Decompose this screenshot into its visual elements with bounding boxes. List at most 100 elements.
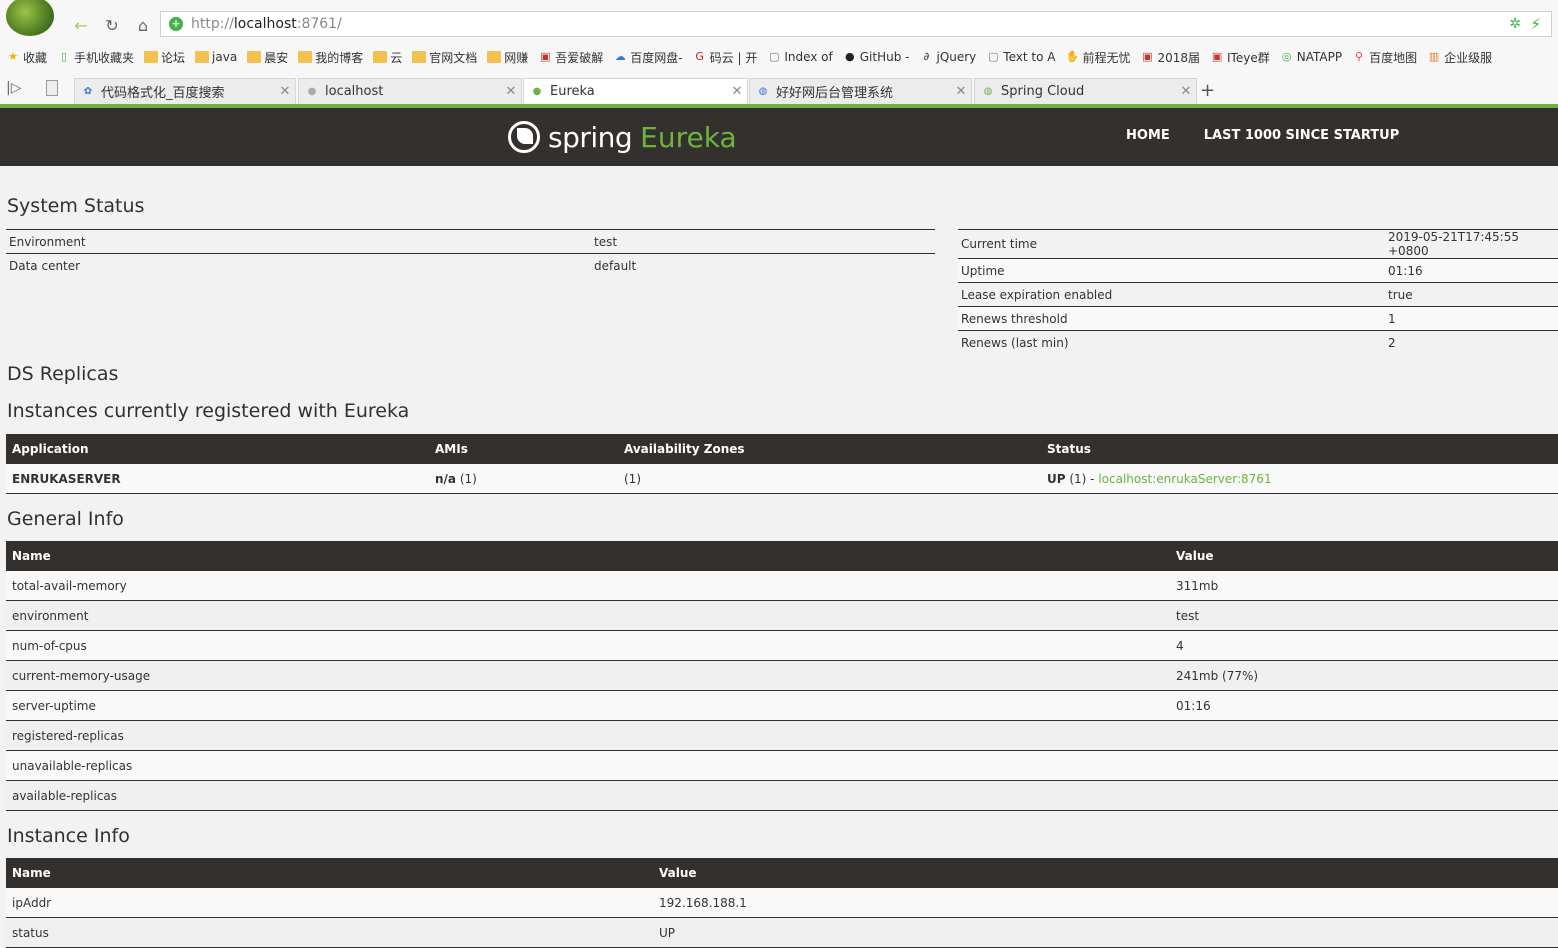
nav-last-1000-link[interactable]: LAST 1000 SINCE STARTUP <box>1204 128 1400 143</box>
bookmark-item[interactable]: ▢ Index of <box>767 50 833 64</box>
status-row: Renews threshold 1 <box>958 306 1558 331</box>
instance-status-link[interactable]: localhost:enrukaServer:8761 <box>1098 472 1271 486</box>
bookmark-label: 收藏 <box>23 50 48 65</box>
table-row: status UP <box>6 917 1558 948</box>
bookmark-item[interactable]: ◎ NATAPP <box>1280 50 1342 64</box>
browser-tab[interactable]: ✿ 代码格式化_百度搜索 ✕ <box>74 78 296 104</box>
info-value: 241mb (77%) <box>1170 660 1558 691</box>
instance-zones: (1) <box>618 464 1041 494</box>
tab-close-icon[interactable]: ✕ <box>503 84 519 99</box>
folder-icon <box>412 51 427 63</box>
info-value: 01:16 <box>1170 690 1558 721</box>
folder-icon <box>247 51 262 63</box>
status-key: Renews threshold <box>958 306 1385 331</box>
browser-tab[interactable]: ◍ 好好网后台管理系统 ✕ <box>749 78 972 104</box>
star-icon: ★ <box>8 50 18 63</box>
browser-tab[interactable]: ● Eureka ✕ <box>523 78 748 104</box>
status-value: true <box>1385 282 1558 307</box>
tab-close-icon[interactable]: ✕ <box>953 84 969 99</box>
address-bar[interactable]: + http://localhost:8761/ ✲ ⚡ <box>160 11 1552 37</box>
eureka-navbar: spring Eureka HOME LAST 1000 SINCE START… <box>0 108 1558 166</box>
status-value: 1 <box>1385 306 1558 331</box>
bookmarks-bar: ★ 收藏 ▯ 手机收藏夹 论坛 java 晨安 我的博客 云 官网文档 网赚 ▣ 吾爱破解 ☁ 百度网盘- G… <box>0 44 1558 70</box>
tab-favicon-icon: ◍ <box>983 85 993 97</box>
sidebar-toggle-icon[interactable]: |▷ <box>6 80 21 96</box>
nav-home-link[interactable]: HOME <box>1126 128 1170 143</box>
bookmark-label: NATAPP <box>1296 50 1343 64</box>
spring-leaf-icon <box>508 121 540 153</box>
info-name: total-avail-memory <box>6 571 1170 601</box>
instance-status: UP (1) - localhost:enrukaServer:8761 <box>1041 464 1558 494</box>
bookmark-item[interactable]: ▣ ITeye群 <box>1210 49 1270 66</box>
back-arrow-icon[interactable]: ← <box>70 14 92 36</box>
tab-close-icon[interactable]: ✕ <box>277 84 293 99</box>
bookmark-label: 吾爱破解 <box>555 50 604 65</box>
tab-close-icon[interactable]: ✕ <box>729 84 745 99</box>
info-name: unavailable-replicas <box>6 750 1170 781</box>
bookmark-label: 2018届 <box>1157 50 1201 65</box>
bookmark-label: 企业级服 <box>1444 50 1493 65</box>
bookmark-item[interactable]: ▢ Text to A <box>986 50 1055 64</box>
status-row: Uptime 01:16 <box>958 258 1558 283</box>
folder-icon <box>195 51 210 63</box>
bookmark-item[interactable]: ▥ 企业级服 <box>1427 49 1492 66</box>
instance-info-title: Instance Info <box>7 825 130 847</box>
info-value: 192.168.188.1 <box>653 888 1558 918</box>
user-avatar[interactable] <box>6 0 54 36</box>
bookmark-item[interactable]: ● GitHub - <box>843 50 910 64</box>
info-name: current-memory-usage <box>6 660 1170 691</box>
info-name: server-uptime <box>6 690 1170 721</box>
address-url[interactable]: http://localhost:8761/ <box>191 16 342 32</box>
bookmark-item[interactable]: 官网文档 <box>412 49 477 66</box>
info-value <box>1170 720 1558 751</box>
bookmark-item[interactable]: ✋ 前程无忧 <box>1065 49 1131 66</box>
bookmark-item[interactable]: G 码云 | 开 <box>693 49 757 66</box>
bookmark-item[interactable]: 晨安 <box>247 49 288 66</box>
instance-amis-count: (1) <box>456 471 477 486</box>
status-key: Lease expiration enabled <box>958 282 1385 307</box>
page-icon: ▢ <box>988 50 999 63</box>
table-row: unavailable-replicas <box>6 750 1558 781</box>
bookmark-item[interactable]: 我的博客 <box>298 49 363 66</box>
browser-tab[interactable]: ● localhost ✕ <box>298 78 522 104</box>
reload-icon[interactable]: ↻ <box>101 14 123 36</box>
col-name: Name <box>6 541 1170 571</box>
new-tab-button[interactable]: + <box>1200 80 1215 101</box>
info-name: available-replicas <box>6 780 1170 811</box>
tab-label: 代码格式化_百度搜索 <box>101 86 225 101</box>
url-port-path: :8761/ <box>296 16 342 32</box>
info-value: test <box>1170 600 1558 631</box>
status-value: 2 <box>1385 330 1558 354</box>
bookmark-item[interactable]: 网赚 <box>487 49 528 66</box>
bookmark-item[interactable]: 论坛 <box>144 49 185 66</box>
tab-list-icon[interactable] <box>46 80 58 96</box>
status-key: Current time <box>958 229 1385 259</box>
bookmark-item[interactable]: ▣ 吾爱破解 <box>538 49 603 66</box>
bookmark-label: jQuery <box>936 50 977 64</box>
bookmark-item[interactable]: ⚲ 百度地图 <box>1352 49 1417 66</box>
brand-eureka-text: Eureka <box>640 120 737 154</box>
info-name: status <box>6 917 653 948</box>
status-value: test <box>591 229 935 254</box>
bookmark-item[interactable]: ▯ 手机收藏夹 <box>57 49 134 66</box>
tab-close-icon[interactable]: ✕ <box>1178 84 1194 99</box>
browser-tab[interactable]: ◍ Spring Cloud ✕ <box>974 78 1197 104</box>
status-row: Data center default <box>6 253 935 277</box>
tab-favicon-icon: ✿ <box>83 85 93 97</box>
status-row: Environment test <box>6 229 935 254</box>
extension-icon[interactable]: ✲ <box>1509 16 1521 32</box>
spring-eureka-logo[interactable]: spring Eureka <box>508 118 737 156</box>
bookmark-item[interactable]: ∂ jQuery <box>919 50 977 64</box>
bookmark-item[interactable]: java <box>195 50 237 64</box>
home-icon[interactable]: ⌂ <box>132 14 154 36</box>
status-key: Environment <box>6 229 591 254</box>
bookmark-label: Text to A <box>1003 50 1056 64</box>
bookmark-label: ITeye群 <box>1227 50 1270 65</box>
bookmark-item[interactable]: ☁ 百度网盘- <box>613 49 683 66</box>
table-row: environment test <box>6 600 1558 631</box>
bookmark-item[interactable]: ▣ 2018届 <box>1140 49 1200 66</box>
bookmark-item[interactable]: 云 <box>373 49 402 66</box>
lightning-icon[interactable]: ⚡ <box>1530 15 1541 33</box>
hand-icon: ✋ <box>1065 50 1080 63</box>
bookmark-item[interactable]: ★ 收藏 <box>6 49 47 66</box>
